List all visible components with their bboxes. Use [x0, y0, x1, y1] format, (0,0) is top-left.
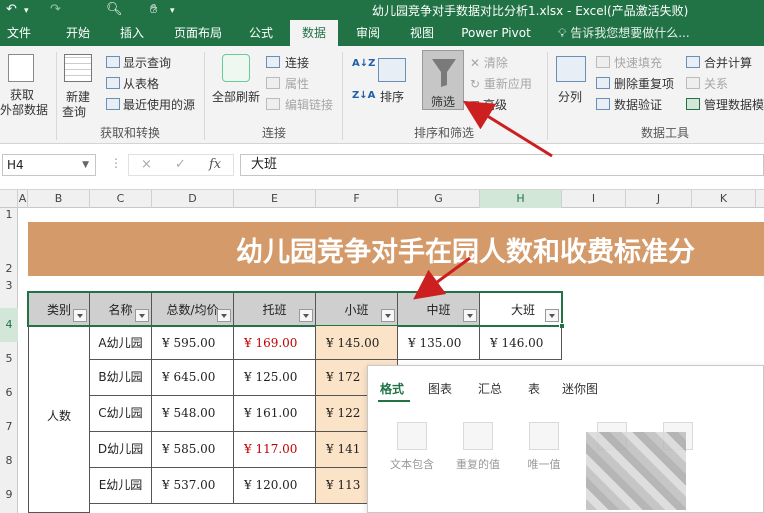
- arrow-to-header-row: [413, 256, 471, 300]
- annotation-arrows: [413, 100, 553, 300]
- arrow-to-filter: [462, 100, 553, 158]
